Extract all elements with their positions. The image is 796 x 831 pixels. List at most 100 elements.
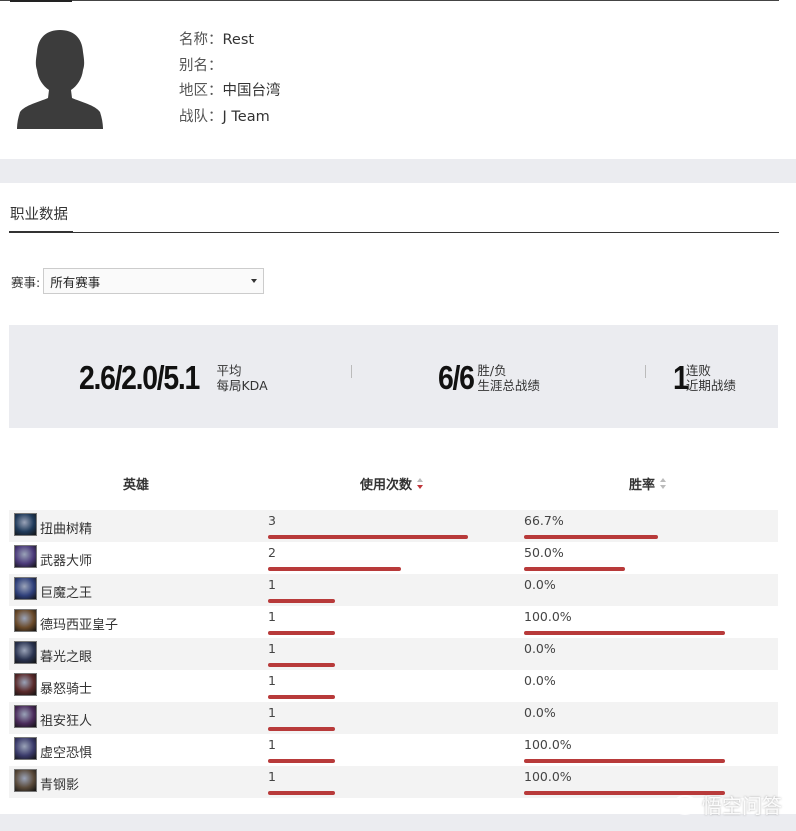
hero-portrait-icon: [14, 609, 37, 632]
games-bar: [268, 567, 402, 571]
games-bar: [268, 535, 468, 539]
profile-alias-row: 别名：: [179, 56, 281, 82]
hero-name: 虚空恐惧: [40, 746, 93, 761]
wukong-logo-icon: [673, 794, 697, 815]
region-label: 地区：: [179, 83, 223, 99]
stat-career: 6/6 胜/负 生涯总战绩: [438, 359, 540, 397]
winrate-value: 0.0%: [524, 577, 556, 592]
games-bar: [268, 791, 335, 795]
sort-icon[interactable]: [660, 478, 667, 489]
alias-label: 别名：: [179, 57, 223, 74]
player-avatar-icon: [17, 30, 103, 129]
stat-career-value: 6/6: [438, 359, 475, 396]
event-filter-label: 赛事:: [11, 274, 41, 290]
section-separator: [0, 159, 796, 183]
section-divider: [9, 232, 779, 233]
column-header-winrate[interactable]: 胜率: [629, 474, 667, 493]
hero-name: 武器大师: [40, 554, 93, 569]
column-header-hero: 英雄: [123, 478, 150, 493]
stat-recent-line1: 连败: [685, 363, 711, 378]
stats-summary-panel: 2.6/2.0/5.1 平均 每局KDA 6/6 胜/负 生涯总战绩 1 连败 …: [9, 325, 778, 428]
team-label: 战队：: [179, 108, 223, 125]
winrate-bar: [524, 567, 625, 571]
table-row[interactable]: 扭曲树精 3 66.7%: [9, 510, 778, 542]
games-bar: [268, 695, 335, 699]
games-bar: [268, 599, 335, 603]
name-label: 名称：: [179, 32, 223, 48]
stat-divider: [351, 365, 352, 378]
winrate-bar: [524, 631, 725, 635]
winrate-value: 0.0%: [524, 705, 556, 720]
stat-kda: 2.6/2.0/5.1 平均 每局KDA: [79, 359, 268, 397]
hero-name: 暴怒骑士: [40, 682, 93, 697]
top-divider: [0, 0, 779, 1]
hero-portrait-icon: [14, 737, 37, 760]
table-row[interactable]: 暴怒骑士 1 0.0%: [9, 670, 778, 702]
table-row[interactable]: 德玛西亚皇子 1 100.0%: [9, 606, 778, 638]
stat-career-line2: 生涯总战绩: [477, 378, 540, 393]
table-row[interactable]: 暮光之眼 1 0.0%: [9, 638, 778, 670]
winrate-value: 66.7%: [524, 513, 564, 528]
stat-kda-line2: 每局KDA: [216, 378, 268, 393]
stat-career-line1: 胜/负: [477, 363, 507, 378]
games-count: 1: [268, 577, 276, 592]
hero-portrait-icon: [14, 769, 37, 792]
games-bar: [268, 759, 335, 763]
games-count: 1: [268, 705, 276, 720]
profile-info: 名称： Rest 别名： 地区： 中国台湾 战队： J Team: [179, 30, 281, 132]
player-region: 中国台湾: [222, 83, 281, 99]
winrate-value: 50.0%: [524, 545, 564, 560]
table-row[interactable]: 巨魔之王 1 0.0%: [9, 574, 778, 606]
games-count: 1: [268, 641, 276, 656]
hero-name: 德玛西亚皇子: [40, 618, 119, 633]
section-tab-indicator: [9, 231, 73, 233]
games-count: 1: [268, 737, 276, 752]
hero-name: 青钢影: [40, 778, 80, 793]
games-count: 2: [268, 545, 276, 560]
event-filter: 赛事: 所有赛事: [11, 268, 265, 294]
games-count: 1: [268, 609, 276, 624]
games-count: 1: [268, 673, 276, 688]
hero-portrait-icon: [14, 705, 37, 728]
hero-table-body: 扭曲树精 3 66.7% 武器大师 2 50.0% 巨魔之王 1 0.0% 德玛西亚皇子 1 100.…: [9, 510, 778, 798]
sort-icon[interactable]: [417, 478, 424, 489]
games-bar: [268, 727, 335, 731]
stat-kda-line1: 平均: [216, 363, 242, 378]
table-row[interactable]: 青钢影 1 100.0%: [9, 766, 778, 798]
winrate-value: 0.0%: [524, 641, 556, 656]
player-team: J Team: [222, 108, 270, 125]
player-name: Rest: [222, 32, 255, 48]
hero-name: 巨魔之王: [40, 586, 93, 601]
games-bar: [268, 663, 335, 667]
profile-region-row: 地区： 中国台湾: [179, 81, 281, 107]
stat-recent: 1 连败 近期战绩: [673, 359, 736, 397]
watermark-text: 悟空问答: [702, 794, 782, 818]
stat-recent-value: 1: [673, 359, 689, 396]
profile-team-row: 战队： J Team: [179, 107, 281, 133]
winrate-bar: [524, 535, 659, 539]
hero-name: 扭曲树精: [40, 522, 93, 537]
hero-portrait-icon: [14, 673, 37, 696]
column-header-winrate-label: 胜率: [629, 478, 656, 493]
hero-portrait-icon: [14, 577, 37, 600]
column-header-games[interactable]: 使用次数: [360, 474, 424, 493]
stat-divider: [645, 365, 646, 378]
winrate-value: 100.0%: [524, 609, 572, 624]
event-select-dropdown[interactable]: 所有赛事: [43, 268, 265, 294]
section-tab-career-stats[interactable]: 职业数据: [10, 203, 68, 224]
hero-portrait-icon: [14, 545, 37, 568]
table-row[interactable]: 武器大师 2 50.0%: [9, 542, 778, 574]
table-row[interactable]: 虚空恐惧 1 100.0%: [9, 734, 778, 766]
winrate-value: 0.0%: [524, 673, 556, 688]
hero-portrait-icon: [14, 641, 37, 664]
stat-kda-value: 2.6/2.0/5.1: [79, 359, 200, 396]
games-count: 1: [268, 769, 276, 784]
winrate-bar: [524, 759, 725, 763]
active-tab-indicator: [10, 0, 72, 2]
hero-portrait-icon: [14, 513, 37, 536]
hero-name: 暮光之眼: [40, 650, 93, 665]
event-select-value: 所有赛事: [50, 274, 101, 290]
games-count: 3: [268, 513, 276, 528]
hero-table-header: 英雄 使用次数 胜率: [9, 474, 778, 494]
table-row[interactable]: 祖安狂人 1 0.0%: [9, 702, 778, 734]
